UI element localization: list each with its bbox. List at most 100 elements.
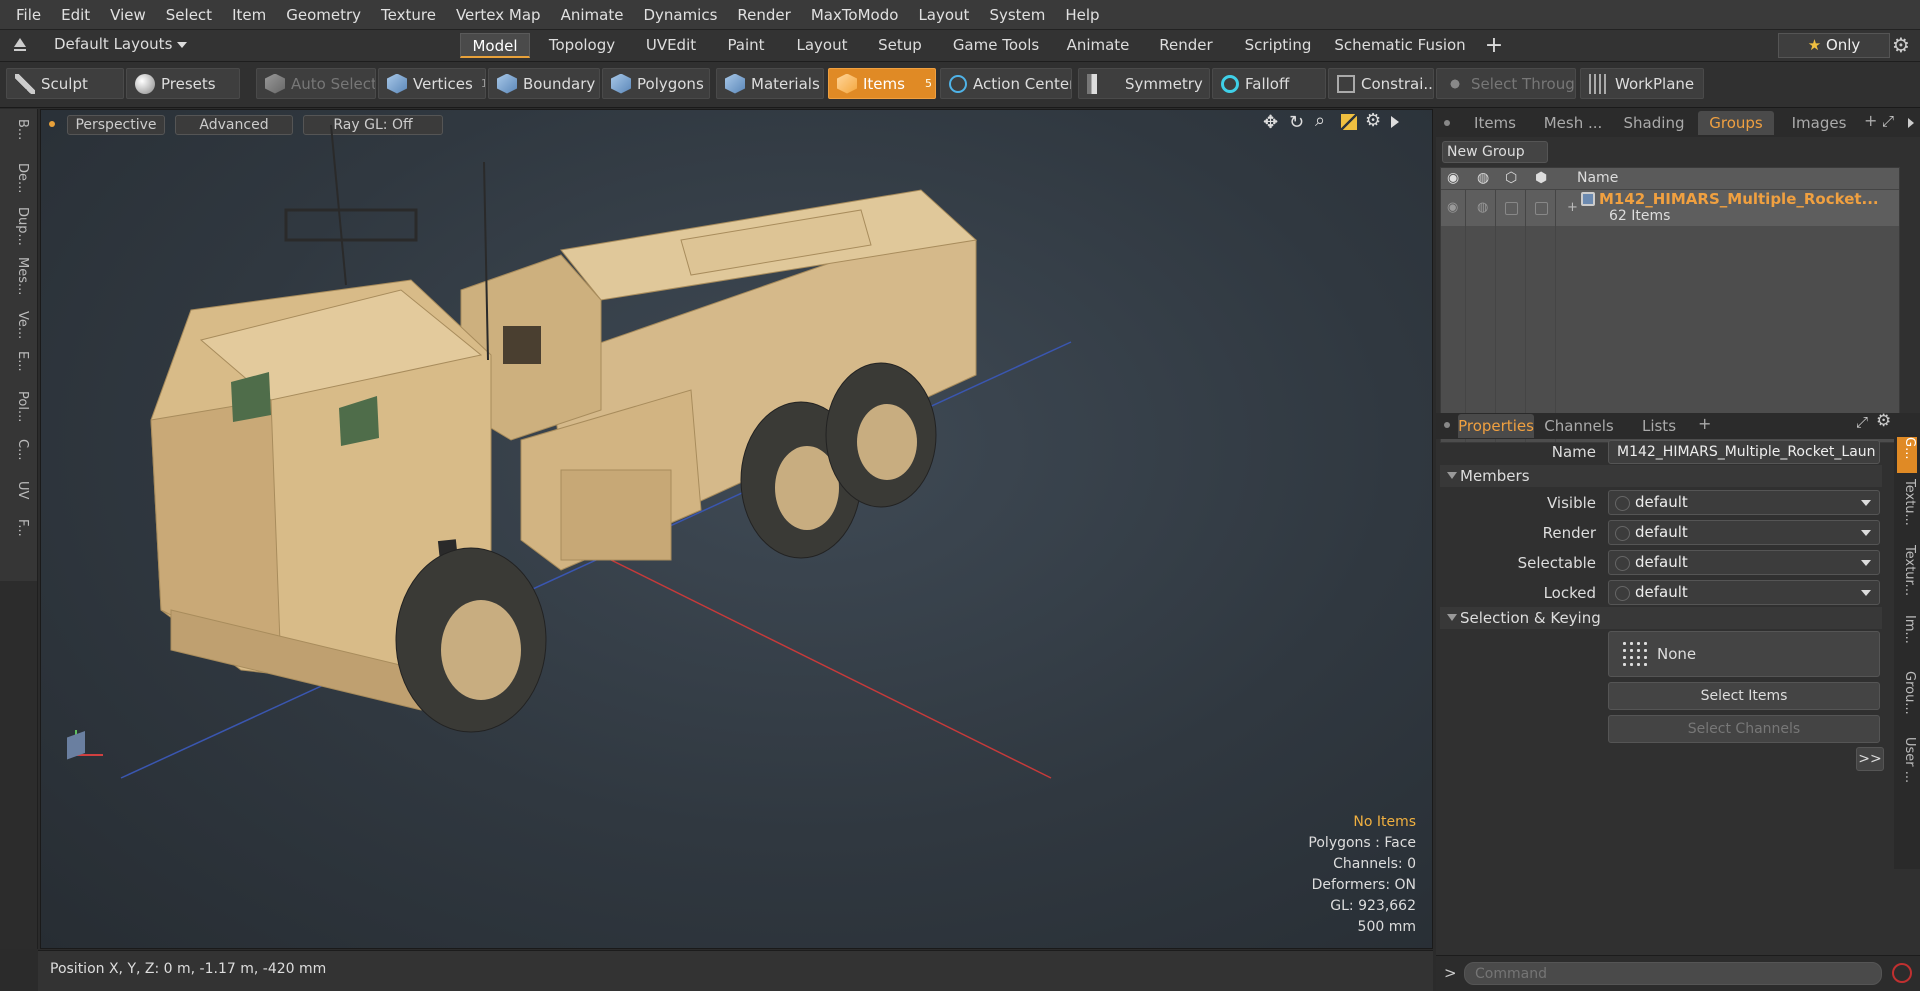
expand-plus-icon[interactable]: + — [1567, 200, 1578, 215]
select-channels-button[interactable]: Select Channels — [1608, 715, 1880, 743]
add-tab-icon[interactable]: + — [1864, 111, 1877, 130]
name-column-header[interactable]: Name — [1577, 170, 1618, 186]
menu-maxtomodo[interactable]: MaxToModo — [801, 0, 909, 30]
tab-uvedit[interactable]: UVEdit — [634, 33, 708, 58]
row-selectable-checkbox[interactable] — [1505, 202, 1518, 215]
tab-mesh[interactable]: Mesh ... — [1536, 111, 1610, 135]
menu-vertex-map[interactable]: Vertex Map — [446, 0, 551, 30]
selection-keying-section[interactable]: Selection & Keying — [1440, 607, 1882, 629]
side-tab-groups[interactable]: G... — [1897, 437, 1917, 473]
menu-texture[interactable]: Texture — [371, 0, 446, 30]
falloff-button[interactable]: Falloff — [1212, 68, 1326, 99]
members-section[interactable]: Members — [1440, 465, 1882, 487]
auto-select-button[interactable]: Auto Select — [256, 68, 376, 99]
select-items-button[interactable]: Select Items — [1608, 682, 1880, 710]
left-tab-5[interactable]: Ve... — [8, 311, 30, 345]
tab-properties[interactable]: Properties — [1458, 414, 1534, 438]
layout-preset-dropdown[interactable]: Default Layouts — [54, 35, 188, 53]
visible-dropdown[interactable]: default — [1608, 490, 1880, 515]
items-button[interactable]: Items 5 — [828, 68, 936, 99]
properties-expand-icon[interactable]: ⤢ — [1856, 413, 1868, 431]
left-tab-9[interactable]: UV — [8, 481, 30, 513]
side-tab-texture-2[interactable]: Textur... — [1897, 545, 1917, 609]
menu-system[interactable]: System — [979, 0, 1055, 30]
left-tab-2[interactable]: De... — [8, 163, 30, 201]
add-layout-button[interactable]: + — [1480, 33, 1508, 58]
menu-dynamics[interactable]: Dynamics — [633, 0, 727, 30]
tab-groups[interactable]: Groups — [1698, 111, 1774, 135]
tab-items[interactable]: Items — [1460, 111, 1530, 135]
presets-button[interactable]: Presets — [126, 68, 240, 99]
properties-gear-icon[interactable]: ⚙ — [1876, 411, 1891, 431]
tab-lists[interactable]: Lists — [1626, 414, 1692, 438]
selectable-icon[interactable]: ⬡ — [1505, 170, 1517, 186]
constraints-button[interactable]: Constrai... — [1328, 68, 1434, 99]
menu-layout[interactable]: Layout — [908, 0, 979, 30]
tab-scripting[interactable]: Scripting — [1236, 33, 1320, 58]
only-toggle[interactable]: ★ Only — [1778, 33, 1890, 58]
tab-images[interactable]: Images — [1782, 111, 1856, 135]
side-tab-group[interactable]: Grou... — [1897, 671, 1917, 731]
command-input[interactable] — [1464, 962, 1882, 985]
side-tab-images[interactable]: Im... — [1897, 615, 1917, 665]
group-row[interactable]: ◉ ◍ + M142_HIMARS_Multiple_Rocket... 62 … — [1441, 190, 1899, 226]
left-tab-4[interactable]: Mes... — [8, 257, 30, 305]
menu-select[interactable]: Select — [156, 0, 222, 30]
left-tab-8[interactable]: C... — [8, 439, 30, 475]
tab-topology[interactable]: Topology — [540, 33, 624, 58]
workplane-button[interactable]: WorkPlane — [1580, 68, 1704, 99]
menu-file[interactable]: File — [6, 0, 51, 30]
menu-render[interactable]: Render — [727, 0, 800, 30]
tab-model[interactable]: Model — [460, 33, 530, 58]
menu-edit[interactable]: Edit — [51, 0, 100, 30]
locked-dropdown[interactable]: default — [1608, 580, 1880, 605]
name-field[interactable]: M142_HIMARS_Multiple_Rocket_Laun — [1608, 440, 1880, 464]
lock-icon[interactable]: ⬢ — [1535, 170, 1547, 186]
left-tab-6[interactable]: E... — [8, 351, 30, 385]
tab-game-tools[interactable]: Game Tools — [946, 33, 1046, 58]
left-tab-10[interactable]: F... — [8, 519, 30, 559]
collapse-up-icon[interactable] — [14, 38, 26, 47]
expand-icon[interactable]: ⤢ — [1882, 112, 1894, 130]
keying-none-button[interactable]: None — [1608, 631, 1880, 677]
select-through-button[interactable]: Select Through — [1436, 68, 1576, 99]
eye-icon[interactable]: ◉ — [1447, 170, 1459, 186]
tab-layout[interactable]: Layout — [786, 33, 858, 58]
gear-icon[interactable]: ⚙ — [1892, 33, 1910, 57]
sculpt-button[interactable]: Sculpt — [6, 68, 124, 99]
menu-help[interactable]: Help — [1055, 0, 1109, 30]
tab-render[interactable]: Render — [1148, 33, 1224, 58]
tab-setup[interactable]: Setup — [868, 33, 932, 58]
tab-channels[interactable]: Channels — [1540, 414, 1618, 438]
menu-view[interactable]: View — [100, 0, 156, 30]
row-lock-checkbox[interactable] — [1535, 202, 1548, 215]
action-center-button[interactable]: Action Center — [940, 68, 1072, 99]
materials-button[interactable]: Materials — [716, 68, 824, 99]
tab-animate[interactable]: Animate — [1060, 33, 1136, 58]
menu-geometry[interactable]: Geometry — [276, 0, 371, 30]
render-dropdown[interactable]: default — [1608, 520, 1880, 545]
tab-shading[interactable]: Shading — [1616, 111, 1692, 135]
row-render-icon[interactable]: ◍ — [1477, 200, 1488, 215]
more-button[interactable]: >> — [1856, 747, 1884, 771]
command-record-icon[interactable] — [1892, 963, 1912, 983]
left-tab-3[interactable]: Dup... — [8, 207, 30, 251]
row-visible-icon[interactable]: ◉ — [1447, 200, 1458, 215]
side-tab-texture[interactable]: Textu... — [1897, 479, 1917, 539]
left-tab-7[interactable]: Pol... — [8, 391, 30, 433]
add-properties-tab-icon[interactable]: + — [1698, 414, 1711, 433]
menu-animate[interactable]: Animate — [551, 0, 634, 30]
properties-dot-icon[interactable] — [1444, 422, 1450, 428]
tab-paint[interactable]: Paint — [716, 33, 776, 58]
render-icon[interactable]: ◍ — [1477, 170, 1489, 186]
new-group-button[interactable]: New Group — [1442, 141, 1548, 163]
vertices-button[interactable]: Vertices 1 — [378, 68, 486, 99]
boundary-button[interactable]: Boundary — [488, 68, 600, 99]
menu-item[interactable]: Item — [222, 0, 276, 30]
left-tab-1[interactable]: B... — [8, 119, 30, 157]
panel-more-icon[interactable] — [1908, 118, 1914, 128]
symmetry-button[interactable]: Symmetry — [1078, 68, 1210, 99]
selectable-dropdown[interactable]: default — [1608, 550, 1880, 575]
3d-viewport[interactable]: Perspective Advanced Ray GL: Off ✥ ↻ ⌕ ⚙ — [40, 109, 1433, 949]
side-tab-user[interactable]: User ... — [1897, 737, 1917, 797]
